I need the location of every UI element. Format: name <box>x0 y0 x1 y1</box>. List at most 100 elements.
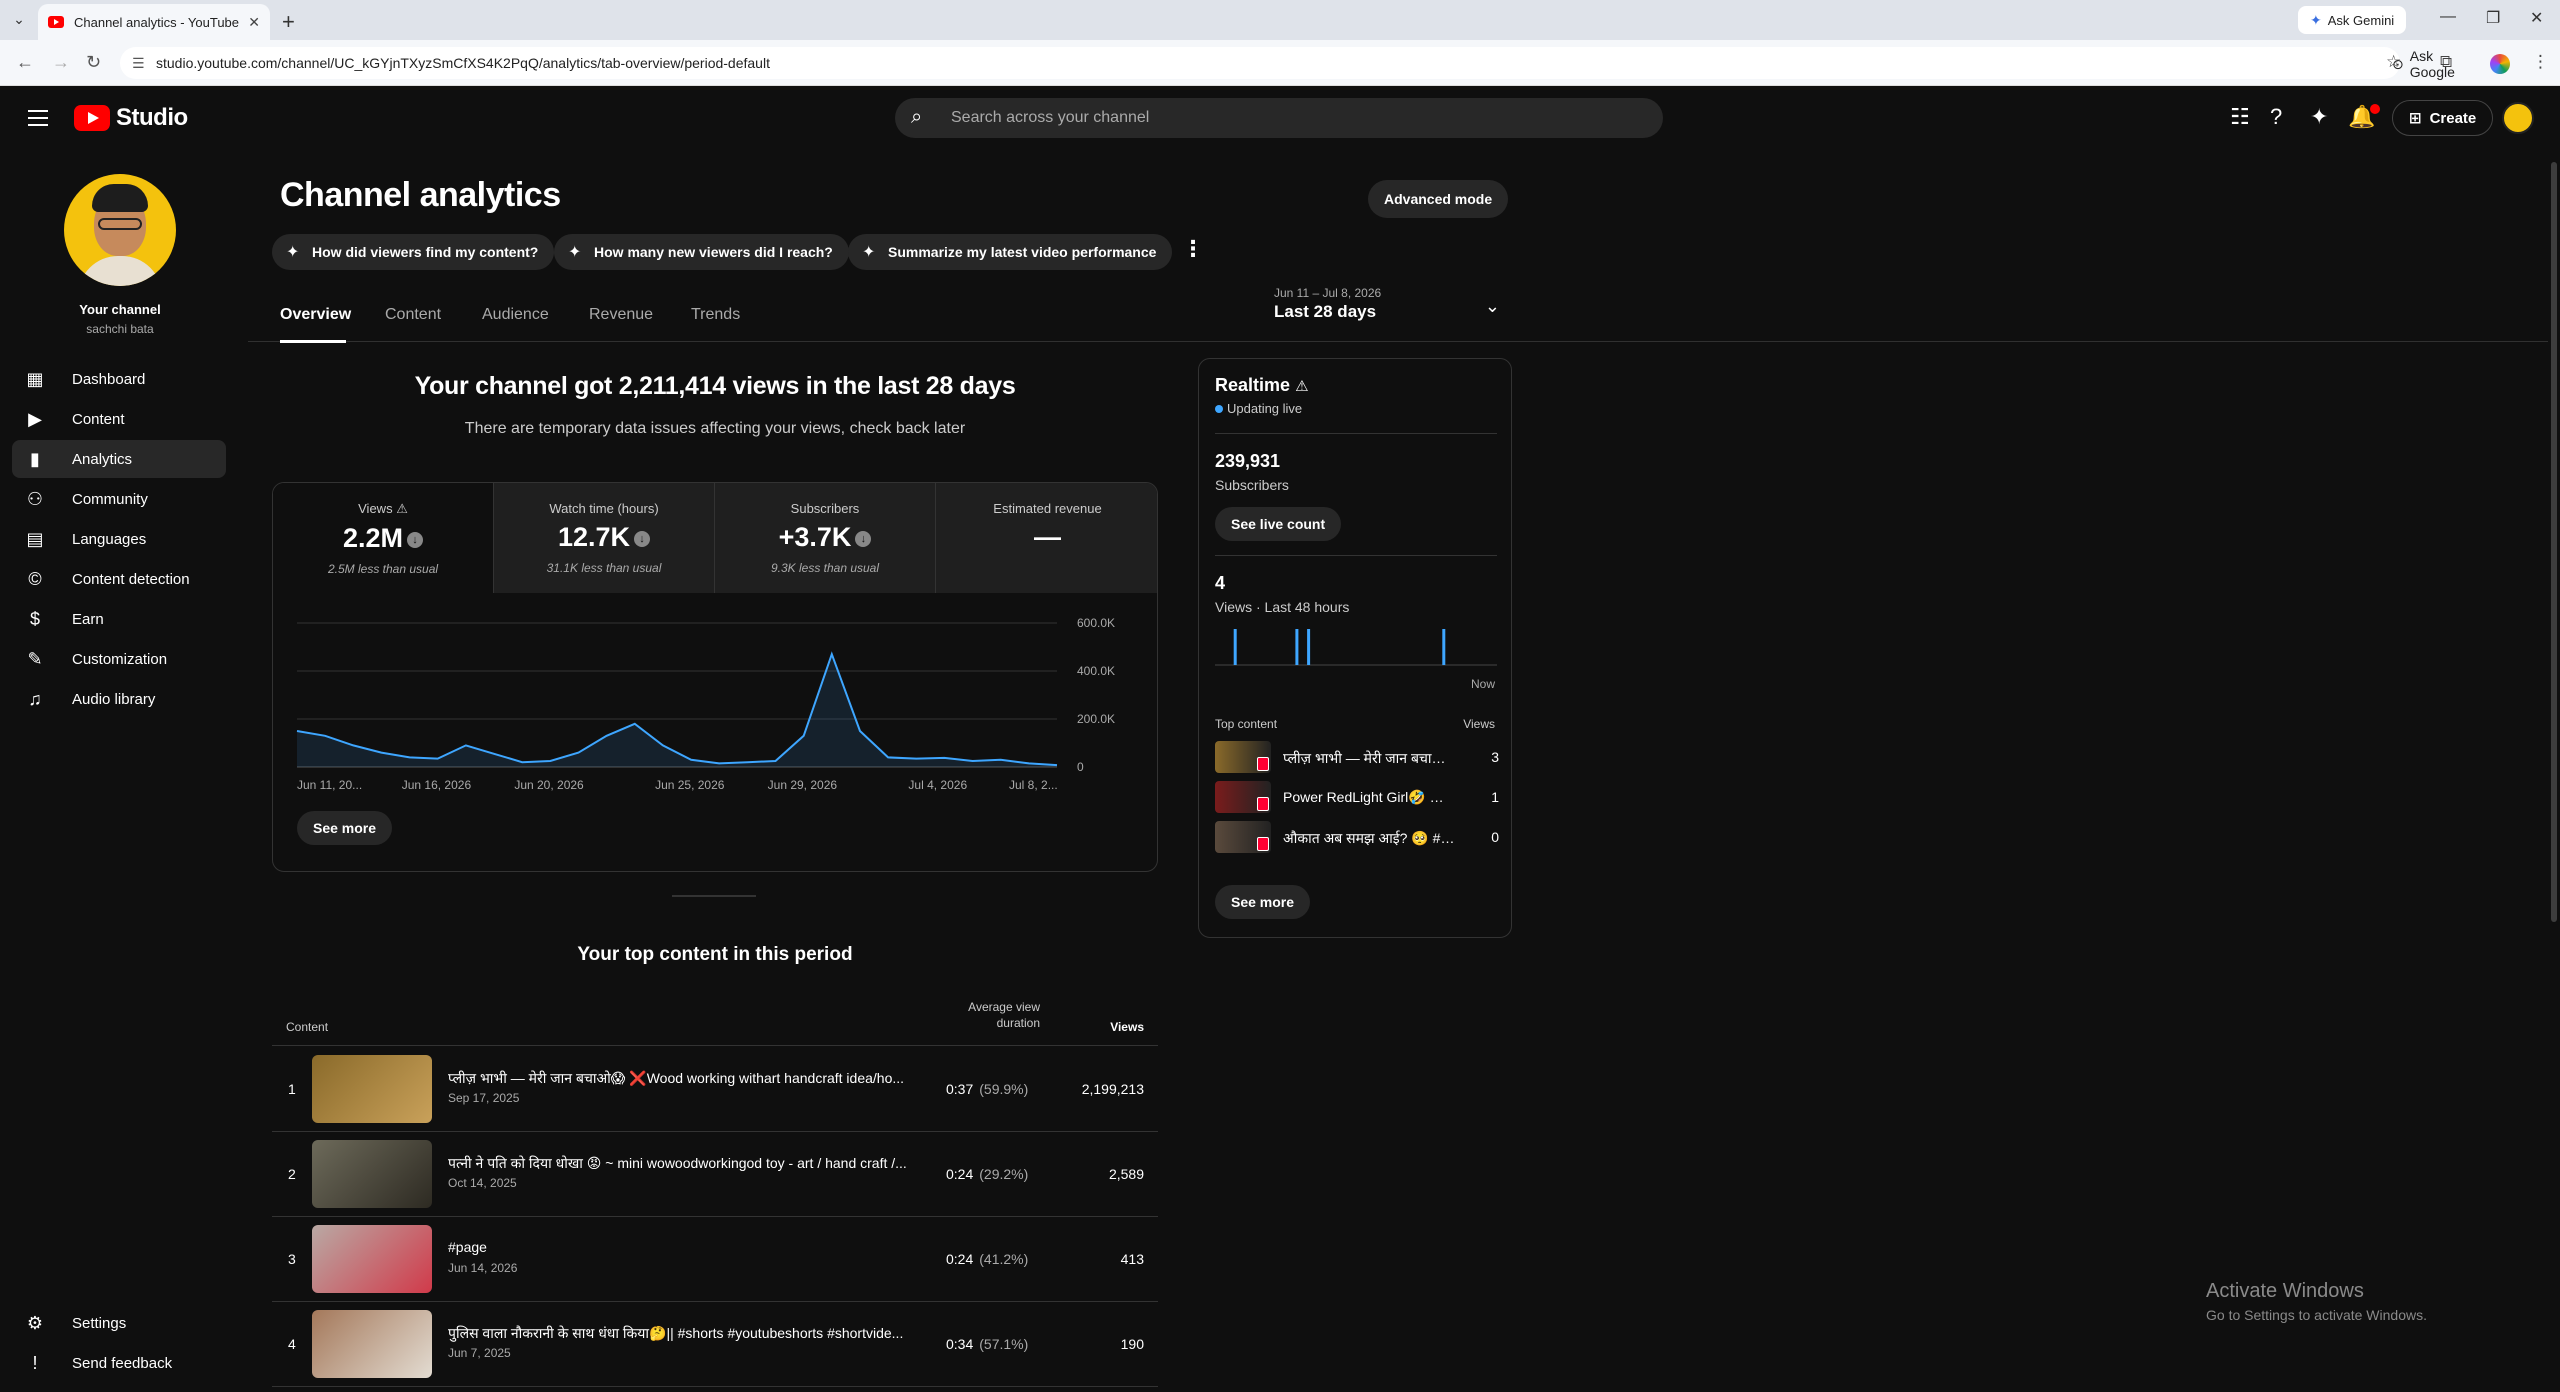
tab-close-icon[interactable]: ✕ <box>248 14 260 31</box>
search-input[interactable]: ⌕ Search across your channel <box>895 98 1663 138</box>
sidebar-item-content-detection[interactable]: © Content detection <box>12 560 226 598</box>
sidebar-item-audio-library[interactable]: ♫ Audio library <box>12 680 226 718</box>
metric-watch-time[interactable]: Watch time (hours) 12.7K ↓ 31.1K less tha… <box>494 483 715 593</box>
sidebar-item-languages[interactable]: ▤ Languages <box>12 520 226 558</box>
tab-revenue[interactable]: Revenue <box>589 306 653 324</box>
watermark-line-2: Go to Settings to activate Windows. <box>2206 1307 2427 1323</box>
extensions-icon[interactable]: ⧉ <box>2440 52 2452 72</box>
browser-tab[interactable]: Channel analytics - YouTube Studio ✕ <box>38 4 270 40</box>
more-options-icon[interactable]: ⋮ <box>1182 236 1204 262</box>
metric-views[interactable]: Views ⚠ 2.2M ↓ 2.5M less than usual <box>273 483 494 593</box>
realtime-video-title[interactable]: प्लीज़ भाभी — मेरी जान बचाओ😱 ❌Wood worki… <box>1283 749 1459 768</box>
dashboard-icon: ▦ <box>26 369 44 389</box>
video-thumbnail[interactable] <box>312 1055 432 1123</box>
realtime-list-item[interactable]: Power RedLight Girl🤣 ❌Wood working 1 <box>1215 779 1499 815</box>
metric-note: 2.5M less than usual <box>327 562 439 576</box>
sidebar-item-label: Customization <box>72 650 168 668</box>
video-date: Jun 7, 2025 <box>448 1346 511 1360</box>
bookmark-star-icon[interactable]: ☆ <box>2386 52 2401 72</box>
sidebar-item-feedback[interactable]: ! Send feedback <box>12 1344 226 1382</box>
ask-gemini-button[interactable]: ✦ Ask Gemini <box>2298 6 2407 34</box>
suggestion-chip-find-content[interactable]: ✦ How did viewers find my content? <box>272 234 555 270</box>
video-thumbnail[interactable] <box>312 1140 432 1208</box>
gemini-icon[interactable]: ✦ <box>2310 104 2328 130</box>
metric-subscribers[interactable]: Subscribers +3.7K ↓ 9.3K less than usual <box>715 483 936 593</box>
channel-avatar[interactable] <box>64 174 176 286</box>
window-close-icon[interactable]: ✕ <box>2530 8 2543 28</box>
realtime-video-title[interactable]: Power RedLight Girl🤣 ❌Wood working <box>1283 789 1459 806</box>
url-field[interactable]: ☰ studio.youtube.com/channel/UC_kGYjnTXy… <box>120 47 2455 80</box>
sparkle-icon: ✦ <box>286 244 300 261</box>
sidebar-item-analytics[interactable]: ▮ Analytics <box>12 440 226 478</box>
video-title[interactable]: #page <box>448 1239 928 1255</box>
table-row[interactable]: 2 पत्नी ने पति को दिया धोखा 😡 ~ mini wowo… <box>272 1132 1158 1217</box>
sidebar-item-earn[interactable]: $ Earn <box>12 600 226 638</box>
row-rank: 3 <box>288 1251 296 1267</box>
avg-view-duration: 0:37 <box>946 1081 974 1097</box>
restore-icon[interactable]: ❐ <box>2486 8 2500 28</box>
date-range-picker[interactable]: Jun 11 – Jul 8, 2026 Last 28 days ⌄ <box>1274 286 1500 326</box>
x-tick-label: Jun 25, 2026 <box>655 778 725 792</box>
arrow-down-icon: ↓ <box>634 530 651 547</box>
video-thumbnail[interactable] <box>1215 821 1271 853</box>
video-views: 413 <box>1120 1251 1144 1267</box>
reload-icon[interactable]: ↻ <box>86 52 101 73</box>
tab-search-icon[interactable]: ⌄ <box>8 8 30 30</box>
see-more-button[interactable]: See more <box>297 811 393 845</box>
table-row[interactable]: 4 पुलिस वाला नौकरानी के साथ धंधा किया🤔|| … <box>272 1302 1158 1387</box>
sidebar-item-content[interactable]: ▶ Content <box>12 400 226 438</box>
realtime-now-label: Now <box>1471 677 1496 691</box>
divider <box>1215 555 1497 556</box>
tab-trends[interactable]: Trends <box>691 306 740 324</box>
menu-icon[interactable] <box>28 110 48 126</box>
messages-icon[interactable]: ☷ <box>2230 104 2250 130</box>
video-title[interactable]: पत्नी ने पति को दिया धोखा 😡 ~ mini wowoo… <box>448 1154 928 1173</box>
site-info-icon[interactable]: ☰ <box>132 55 145 72</box>
scrollbar-thumb[interactable] <box>2551 162 2557 922</box>
minimize-icon[interactable]: — <box>2440 8 2456 26</box>
sidebar-item-customization[interactable]: ✎ Customization <box>12 640 226 678</box>
tab-content[interactable]: Content <box>385 306 441 324</box>
see-live-count-button[interactable]: See live count <box>1215 507 1342 541</box>
realtime-video-title[interactable]: औकात अब समझ आई? 🥺 #shorts <box>1283 829 1459 848</box>
create-button[interactable]: ⊞ Create <box>2392 100 2494 136</box>
sidebar-item-label: Community <box>72 490 148 508</box>
video-thumbnail[interactable] <box>312 1225 432 1293</box>
shorts-badge-icon <box>1257 797 1269 811</box>
address-bar-row: ← → ↻ ☰ studio.youtube.com/channel/UC_kG… <box>0 40 2560 86</box>
tab-audience[interactable]: Audience <box>482 306 549 324</box>
metric-label: Watch time (hours) <box>549 501 659 516</box>
browser-menu-icon[interactable]: ⋮ <box>2532 52 2549 72</box>
suggestion-chip-new-viewers[interactable]: ✦ How many new viewers did I reach? <box>554 234 849 270</box>
suggestion-chip-summarize[interactable]: ✦ Summarize my latest video performance <box>848 234 1173 270</box>
sidebar-item-label: Languages <box>72 530 147 548</box>
sidebar-item-settings[interactable]: ⚙ Settings <box>12 1304 226 1342</box>
shorts-badge-icon <box>1257 757 1269 771</box>
sidebar-item-dashboard[interactable]: ▦ Dashboard <box>12 360 226 398</box>
help-icon[interactable]: ? <box>2270 104 2282 130</box>
content-icon: ▶ <box>28 409 42 429</box>
tab-overview[interactable]: Overview <box>280 306 351 324</box>
video-thumbnail[interactable] <box>1215 781 1271 813</box>
table-row[interactable]: 1 प्लीज़ भाभी — मेरी जान बचाओ😱 ❌Wood work… <box>272 1047 1158 1132</box>
avg-view-duration: 0:34 <box>946 1336 974 1352</box>
metric-revenue[interactable]: Estimated revenue — <box>936 483 1157 593</box>
forward-icon[interactable]: → <box>52 52 70 73</box>
browser-profile-icon[interactable] <box>2490 54 2510 74</box>
studio-logo[interactable]: Studio <box>74 104 188 132</box>
realtime-bar <box>1295 629 1299 665</box>
realtime-list-item[interactable]: प्लीज़ भाभी — मेरी जान बचाओ😱 ❌Wood worki… <box>1215 739 1499 775</box>
video-title[interactable]: प्लीज़ भाभी — मेरी जान बचाओ😱 ❌Wood worki… <box>448 1069 928 1088</box>
new-tab-icon[interactable]: + <box>282 9 295 35</box>
table-row[interactable]: 3 #page Jun 14, 2026 0:24 (41.2%) 413 <box>272 1217 1158 1302</box>
sidebar-item-community[interactable]: ⚇ Community <box>12 480 226 518</box>
account-avatar[interactable] <box>2502 102 2534 134</box>
video-thumbnail[interactable] <box>1215 741 1271 773</box>
page-scrollbar[interactable] <box>2548 150 2560 1392</box>
advanced-mode-button[interactable]: Advanced mode <box>1368 180 1509 218</box>
video-thumbnail[interactable] <box>312 1310 432 1378</box>
video-title[interactable]: पुलिस वाला नौकरानी के साथ धंधा किया🤔|| #… <box>448 1324 928 1343</box>
realtime-see-more-button[interactable]: See more <box>1215 885 1311 919</box>
back-icon[interactable]: ← <box>16 52 34 73</box>
realtime-list-item[interactable]: औकात अब समझ आई? 🥺 #shorts 0 <box>1215 819 1499 855</box>
